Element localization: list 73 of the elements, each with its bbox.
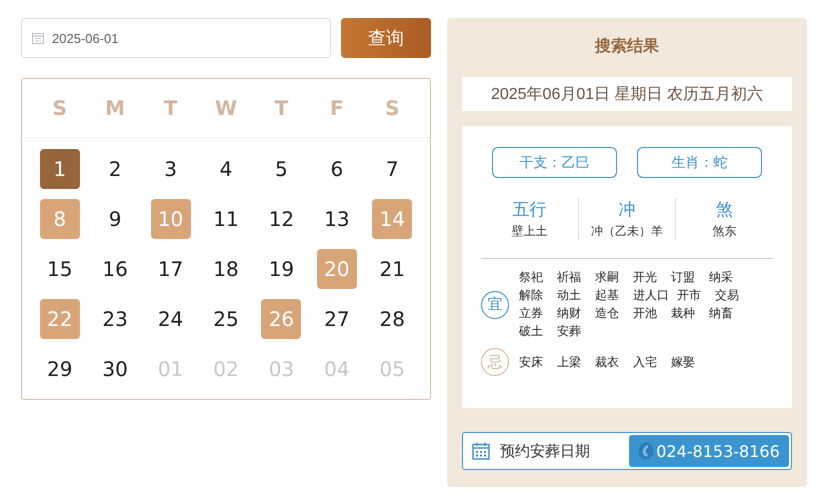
activity-text: 嫁娶: [671, 354, 696, 370]
result-title: 搜索结果: [594, 37, 660, 57]
day-cell[interactable]: 2: [95, 149, 136, 189]
date-field[interactable]: 2025-06-01: [21, 18, 331, 58]
day-cell[interactable]: 1: [40, 149, 80, 189]
activity-text: 立券: [519, 305, 544, 322]
day-cell[interactable]: 25: [206, 299, 246, 339]
stat-value: 煞东: [712, 223, 737, 240]
activity-text: 破土: [519, 323, 544, 340]
stat-value: 冲（乙未）羊: [591, 223, 663, 240]
stat-heading: 煞: [716, 199, 734, 221]
activity-text: 动土: [557, 287, 582, 304]
activity-text: 求嗣: [595, 269, 620, 286]
activity-text: 纳财: [557, 305, 582, 322]
activity-text: 入宅: [633, 354, 658, 370]
activity-text: 纳采: [709, 269, 734, 286]
calendar-icon: [472, 442, 490, 460]
day-cell[interactable]: 27: [316, 299, 357, 339]
day-cell[interactable]: 3: [150, 149, 191, 189]
day-cell[interactable]: 6: [316, 149, 357, 189]
day-cell[interactable]: 30: [95, 349, 136, 389]
activity-text: 安葬: [557, 323, 582, 340]
activity-text: 订盟: [671, 269, 696, 286]
day-cell[interactable]: 17: [150, 249, 191, 289]
day-cell[interactable]: 12: [261, 199, 302, 239]
activity-text: 裁衣: [595, 354, 620, 370]
activity-text: 祭祀: [519, 269, 544, 286]
day-cell[interactable]: 18: [206, 249, 246, 289]
day-cell[interactable]: 9: [95, 199, 136, 239]
weekday-label: T: [164, 96, 178, 120]
activity-text: 栽种: [671, 305, 696, 322]
avoid-mark: 忌: [481, 348, 509, 376]
weekday-label: M: [105, 96, 126, 120]
activity-text: 上梁: [557, 354, 582, 370]
stat-value: 壁上土: [511, 223, 548, 240]
day-cell[interactable]: 4: [206, 149, 246, 189]
suitable-mark: 宜: [481, 290, 509, 318]
day-cell[interactable]: 5: [261, 149, 302, 189]
activity-text: 解除: [519, 287, 544, 304]
weekday-label: S: [385, 96, 400, 120]
stat-heading: 五行: [512, 199, 546, 221]
day-cell[interactable]: 24: [150, 299, 191, 339]
weekday-label: W: [214, 96, 238, 120]
weekday-label: F: [330, 96, 344, 120]
activity-text: 安床: [519, 354, 544, 370]
activity-text: 进人口: [633, 287, 669, 304]
weekday-label: T: [274, 96, 288, 120]
day-cell[interactable]: 11: [206, 199, 246, 239]
day-cell[interactable]: 19: [261, 249, 302, 289]
activity-text: 开市: [677, 287, 702, 304]
day-cell[interactable]: 15: [40, 249, 80, 289]
activity-text: 起基: [595, 287, 620, 304]
info-tag: 干支：乙巳: [492, 147, 617, 178]
day-cell[interactable]: 7: [372, 149, 412, 189]
activity-text: 开池: [633, 305, 658, 322]
phone-icon: [638, 442, 654, 460]
activity-text: 造仓: [595, 305, 620, 322]
booking-label: 预约安葬日期: [500, 442, 591, 460]
query-button[interactable]: 查询: [341, 18, 431, 58]
day-cell[interactable]: 29: [40, 349, 80, 389]
day-cell[interactable]: 13: [316, 199, 357, 239]
weekday-label: S: [52, 96, 67, 120]
day-cell[interactable]: 16: [95, 249, 136, 289]
date-text: 2025年06月01日 星期日 农历五月初六: [462, 77, 792, 111]
day-cell[interactable]: 28: [372, 299, 412, 339]
activity-text: 纳畜: [709, 305, 734, 322]
activity-text: 祈福: [557, 269, 582, 286]
activity-text: 交易: [715, 287, 740, 304]
stat-heading: 冲: [618, 199, 636, 221]
activity-text: 开光: [633, 269, 658, 286]
info-tag: 生肖：蛇: [637, 147, 762, 178]
day-cell[interactable]: 23: [95, 299, 136, 339]
day-cell[interactable]: 21: [372, 249, 412, 289]
